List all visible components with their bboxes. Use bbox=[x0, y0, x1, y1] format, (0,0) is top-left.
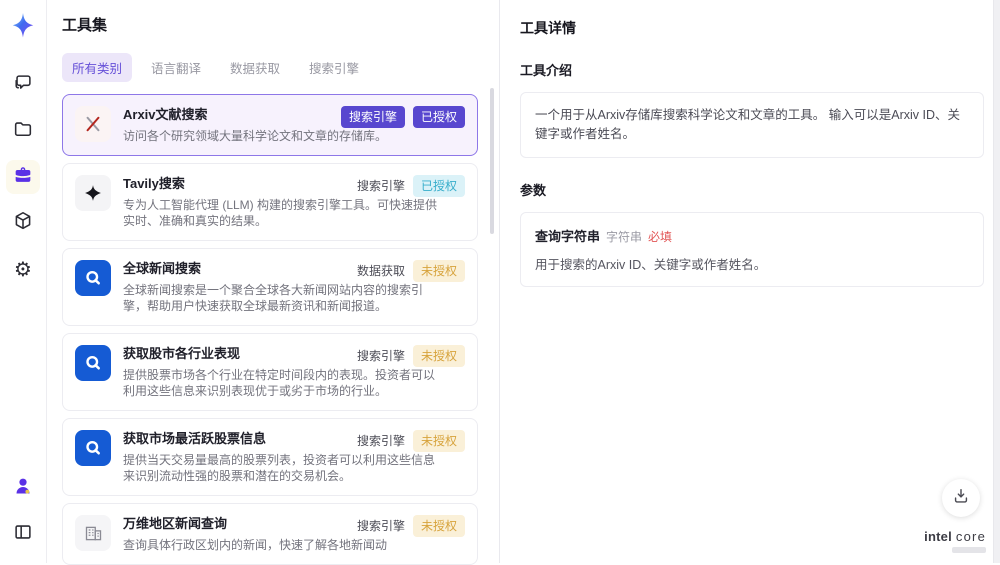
download-button[interactable] bbox=[942, 479, 980, 517]
category-badge: 搜索引擎 bbox=[356, 434, 405, 448]
folder-icon bbox=[12, 118, 34, 145]
sidebar-item-tools[interactable] bbox=[6, 160, 40, 194]
category-badge: 数据获取 bbox=[356, 264, 405, 278]
detail-title: 工具详情 bbox=[520, 20, 576, 36]
intel-core-logo: intel core bbox=[924, 529, 986, 553]
list-scrollbar[interactable] bbox=[490, 88, 494, 234]
intro-box: 一个用于从Arxiv存储库搜索科学论文和文章的工具。 输入可以是Arxiv ID… bbox=[520, 92, 984, 158]
brand-subline bbox=[952, 547, 986, 553]
app-window: ⚙ 工具集 所有类别 语言翻译 数据获取 搜索引擎 Arxiv文献搜索 访问各个… bbox=[0, 0, 1000, 565]
category-badge: 搜索引擎 bbox=[340, 106, 405, 128]
category-badge: 搜索引擎 bbox=[356, 349, 405, 363]
sidebar-item-files[interactable] bbox=[6, 114, 40, 148]
auth-status-badge: 已授权 bbox=[412, 175, 465, 197]
tool-badges: 搜索引擎 未授权 bbox=[357, 515, 465, 537]
tab-search-engine[interactable]: 搜索引擎 bbox=[299, 53, 369, 82]
intro-heading: 工具介绍 bbox=[520, 63, 573, 78]
tool-list: Arxiv文献搜索 访问各个研究领域大量科学论文和文章的存储库。 搜索引擎 已授… bbox=[62, 94, 478, 565]
auth-status-badge: 已授权 bbox=[412, 106, 465, 128]
news-search-icon bbox=[75, 430, 111, 466]
param-name: 查询字符串 bbox=[535, 228, 601, 244]
tool-card[interactable]: Arxiv文献搜索 访问各个研究领域大量科学论文和文章的存储库。 搜索引擎 已授… bbox=[62, 94, 478, 156]
tool-description: 访问各个研究领域大量科学论文和文章的存储库。 bbox=[123, 129, 388, 143]
tool-description: 提供股票市场各个行业在特定时间段内的表现。投资者可以利用这些信息来识别表现优于或… bbox=[123, 368, 436, 398]
tool-badges: 数据获取 未授权 bbox=[357, 260, 465, 282]
tool-card[interactable]: 获取市场最活跃股票信息 提供当天交易量最高的股票列表，投资者可以利用这些信息来识… bbox=[62, 418, 478, 496]
tools-panel: 工具集 所有类别 语言翻译 数据获取 搜索引擎 Arxiv文献搜索 访问各个研究领域大… bbox=[47, 0, 500, 565]
auth-status-badge: 未授权 bbox=[412, 345, 465, 367]
param-box: 查询字符串 字符串 必填 用于搜索的Arxiv ID、关键字或作者姓名。 bbox=[520, 211, 984, 287]
brand-intel-text: intel bbox=[924, 529, 952, 544]
arxiv-icon bbox=[75, 106, 111, 142]
tool-card[interactable]: 获取股市各行业表现 提供股票市场各个行业在特定时间段内的表现。投资者可以利用这些… bbox=[62, 333, 478, 411]
sidebar-nav: ⚙ bbox=[6, 68, 40, 286]
download-icon bbox=[951, 486, 971, 511]
tool-description: 全球新闻搜索是一个聚合全球各大新闻网站内容的搜索引擎，帮助用户快速获取全球最新资… bbox=[123, 283, 424, 313]
sidebar-item-models[interactable] bbox=[6, 206, 40, 240]
news-search-icon bbox=[75, 345, 111, 381]
tavily-icon bbox=[75, 175, 111, 211]
news-search-icon bbox=[75, 260, 111, 296]
tool-description: 查询具体行政区划内的新闻，快速了解各地新闻动 bbox=[123, 538, 388, 552]
auth-status-badge: 未授权 bbox=[412, 430, 465, 452]
category-tabs: 所有类别 语言翻译 数据获取 搜索引擎 bbox=[62, 53, 499, 82]
category-badge: 搜索引擎 bbox=[356, 179, 405, 193]
param-required-badge: 必填 bbox=[648, 229, 673, 244]
param-description: 用于搜索的Arxiv ID、关键字或作者姓名。 bbox=[535, 257, 767, 272]
toolbox-icon bbox=[12, 164, 34, 191]
category-badge: 搜索引擎 bbox=[356, 519, 405, 533]
tool-description: 专为人工智能代理 (LLM) 构建的搜索引擎工具。可快速提供实时、准确和真实的结… bbox=[123, 198, 438, 228]
region-news-icon bbox=[75, 515, 111, 551]
auth-status-badge: 未授权 bbox=[412, 515, 465, 537]
tool-badges: 搜索引擎 未授权 bbox=[357, 430, 465, 452]
tool-card[interactable]: Tavily搜索 专为人工智能代理 (LLM) 构建的搜索引擎工具。可快速提供实… bbox=[62, 163, 478, 241]
collapse-sidebar-button[interactable] bbox=[6, 517, 40, 551]
sidebar-bottom bbox=[6, 471, 40, 551]
brand-core-text: core bbox=[955, 529, 986, 544]
tool-card[interactable]: 全球新闻搜索 全球新闻搜索是一个聚合全球各大新闻网站内容的搜索引擎，帮助用户快速… bbox=[62, 248, 478, 326]
tab-data-fetch[interactable]: 数据获取 bbox=[220, 53, 290, 82]
collapse-sidebar-icon bbox=[12, 521, 34, 548]
chat-icon bbox=[12, 72, 34, 99]
tab-all-categories[interactable]: 所有类别 bbox=[62, 53, 133, 82]
tool-description: 提供当天交易量最高的股票列表，投资者可以利用这些信息来识别流动性强的股票和潜在的… bbox=[123, 453, 436, 483]
gear-icon: ⚙ bbox=[14, 257, 32, 281]
sidebar-rail: ⚙ bbox=[0, 0, 47, 563]
page-scrollbar[interactable] bbox=[993, 0, 1000, 563]
tool-badges: 搜索引擎 未授权 bbox=[357, 345, 465, 367]
page-title: 工具集 bbox=[62, 17, 108, 34]
cube-icon bbox=[12, 210, 34, 237]
tool-card[interactable]: 万维地区新闻查询 查询具体行政区划内的新闻，快速了解各地新闻动 搜索引擎 未授权 bbox=[62, 503, 478, 565]
tool-badges: 搜索引擎 已授权 bbox=[357, 175, 465, 197]
sidebar-item-settings[interactable]: ⚙ bbox=[6, 252, 40, 286]
avatar-icon bbox=[11, 474, 35, 503]
tool-badges: 搜索引擎 已授权 bbox=[340, 106, 465, 128]
params-heading: 参数 bbox=[520, 182, 547, 198]
account-button[interactable] bbox=[6, 471, 40, 505]
detail-panel: 工具详情 工具介绍 一个用于从Arxiv存储库搜索科学论文和文章的工具。 输入可… bbox=[500, 0, 1000, 563]
tab-language-translation[interactable]: 语言翻译 bbox=[141, 53, 211, 82]
app-logo-icon bbox=[8, 10, 38, 44]
auth-status-badge: 未授权 bbox=[412, 260, 465, 282]
param-type: 字符串 bbox=[606, 229, 643, 244]
sidebar-item-chat[interactable] bbox=[6, 68, 40, 102]
intro-text: 一个用于从Arxiv存储库搜索科学论文和文章的工具。 输入可以是Arxiv ID… bbox=[535, 108, 961, 141]
